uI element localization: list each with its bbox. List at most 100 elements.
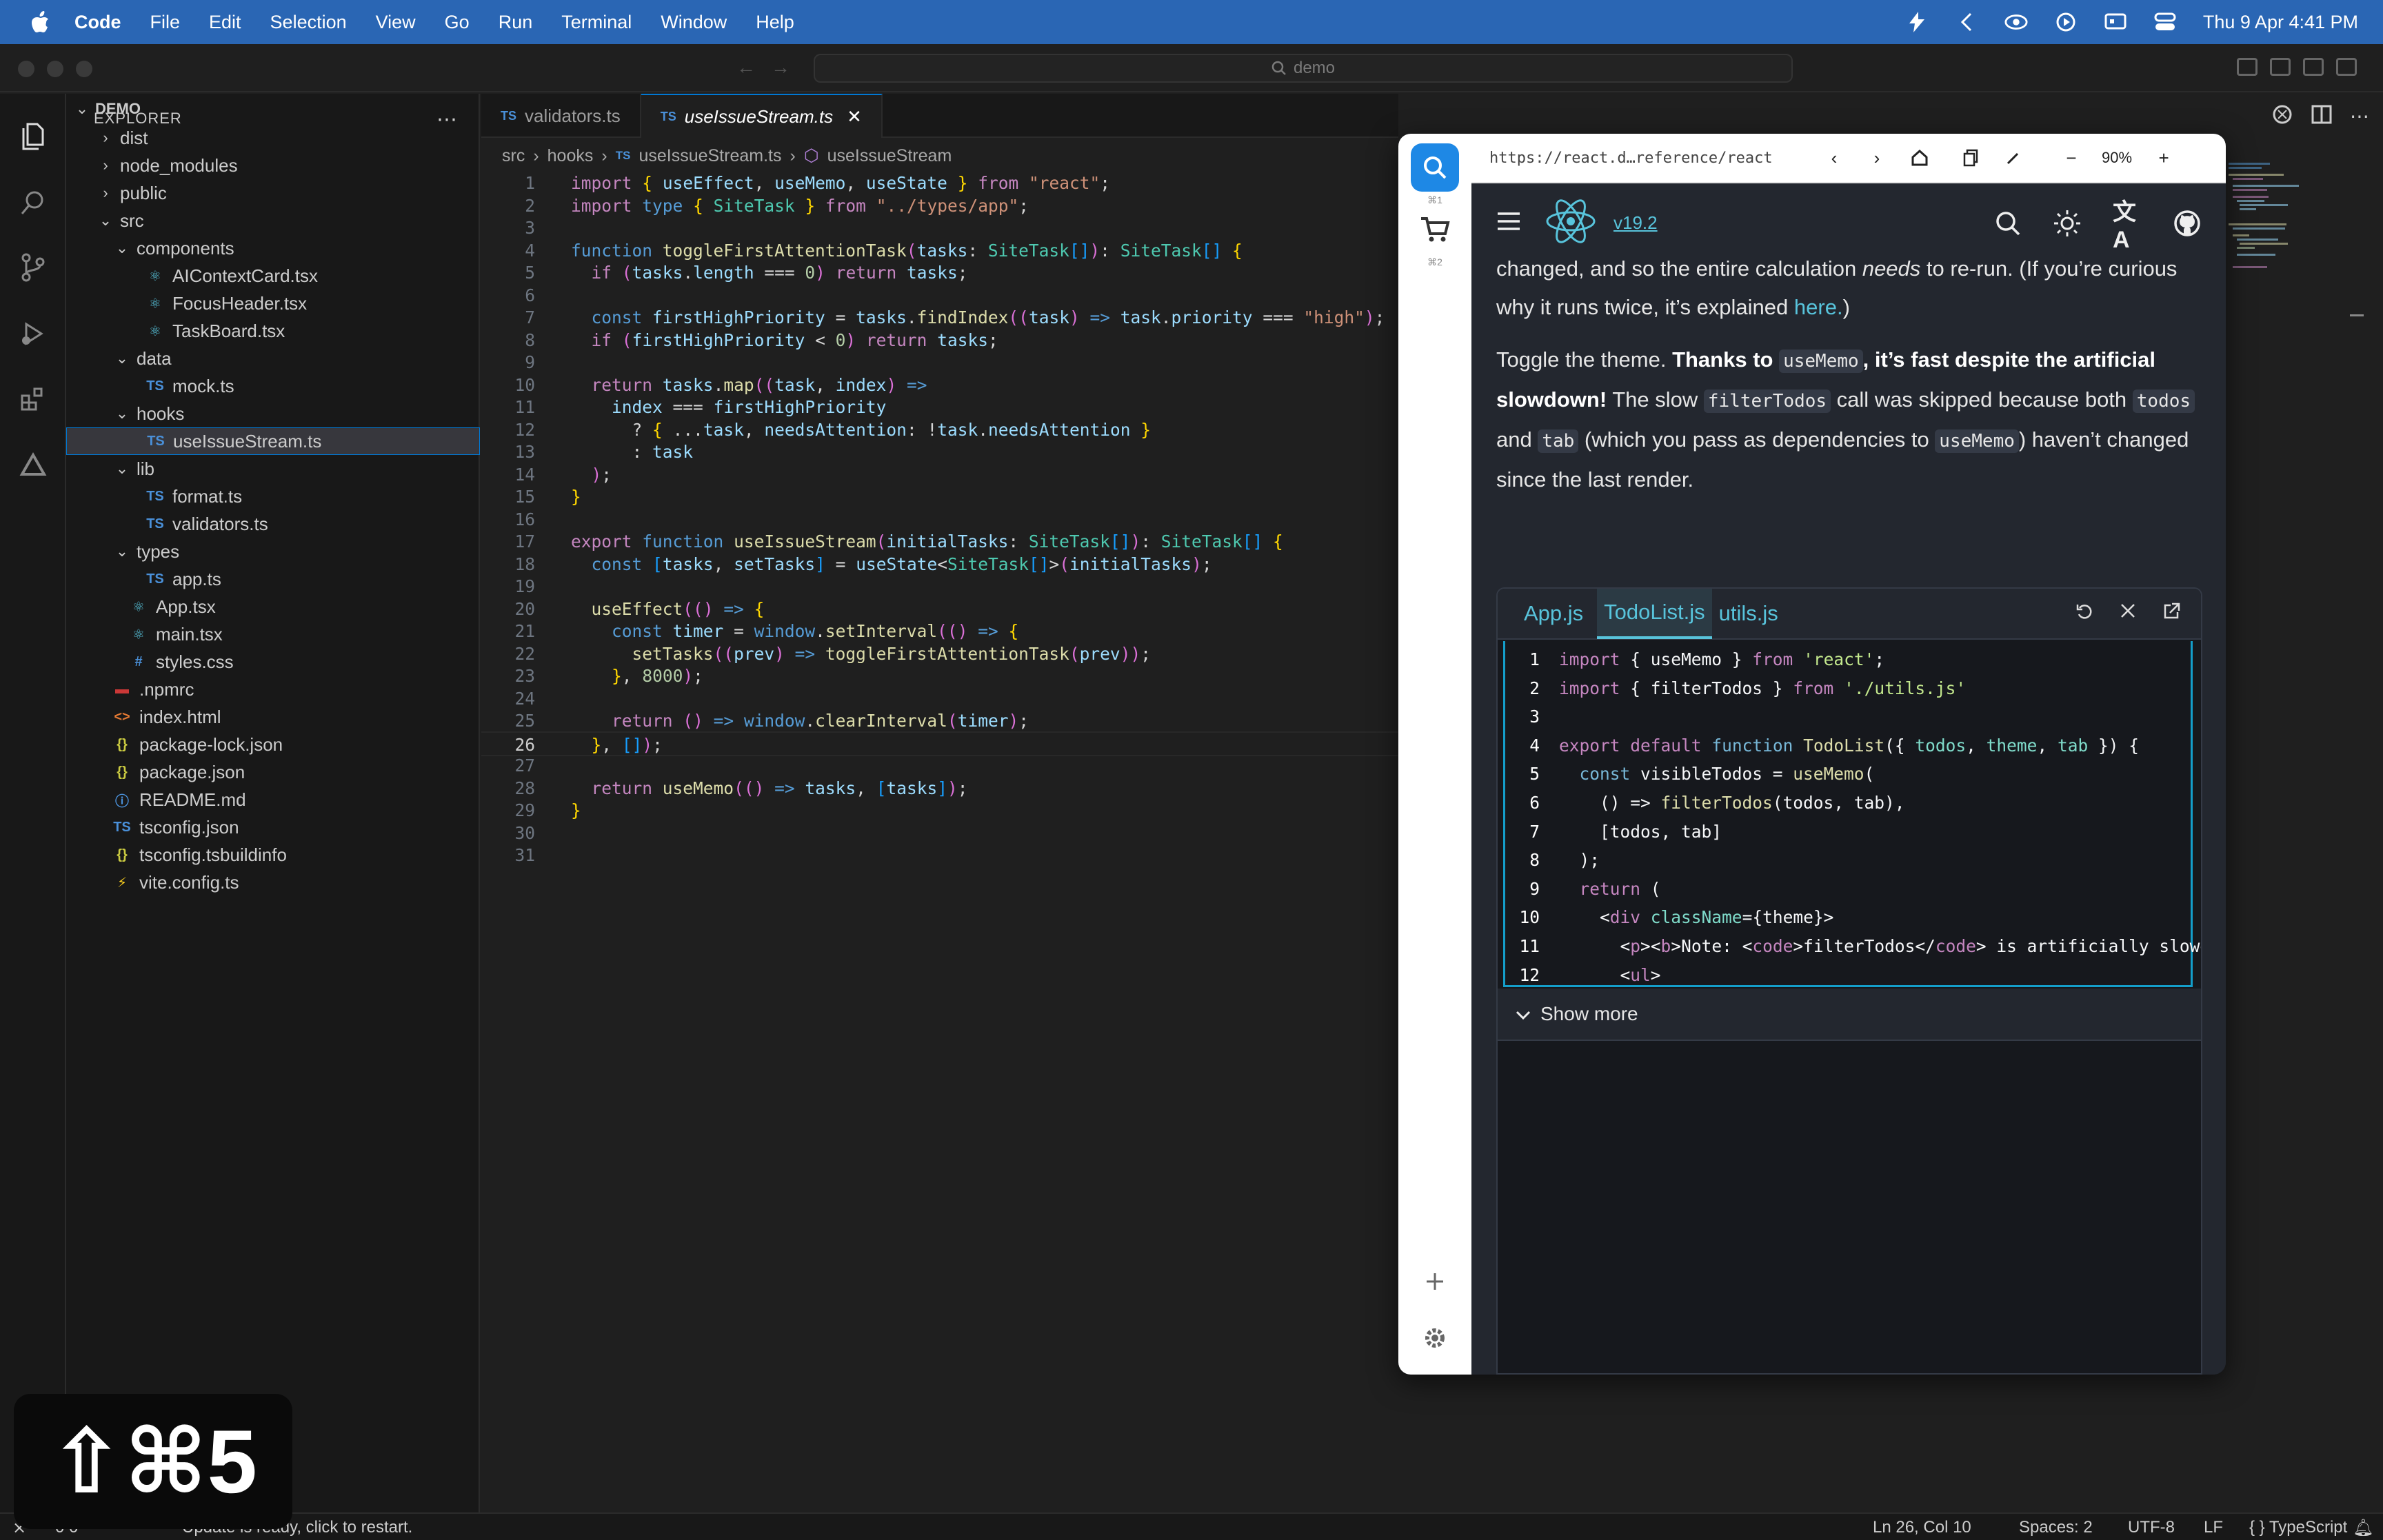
- zoom-window-button[interactable]: [76, 61, 92, 77]
- code-line[interactable]: 5 if (tasks.length === 0) return tasks;: [481, 261, 1398, 285]
- sandbox-code-line[interactable]: 9 return (: [1505, 875, 2195, 904]
- apple-icon[interactable]: [26, 8, 54, 36]
- theme-sun-icon[interactable]: [2052, 208, 2082, 239]
- menu-help[interactable]: Help: [756, 12, 794, 33]
- code-line[interactable]: 12 ? { ...task, needsAttention: !task.ne…: [481, 418, 1398, 443]
- tree-file[interactable]: TS app.ts: [66, 565, 480, 593]
- tree-file[interactable]: # styles.css: [66, 648, 480, 676]
- tree-folder[interactable]: ⌄ types: [66, 538, 480, 565]
- chevron-left-icon[interactable]: [1955, 10, 1978, 34]
- run-debug-icon[interactable]: [17, 317, 50, 350]
- url-bar[interactable]: https://react.d…reference/react: [1489, 150, 1807, 167]
- code-line[interactable]: 10 return tasks.map((task, index) =>: [481, 373, 1398, 398]
- translate-icon[interactable]: 文A: [2113, 199, 2143, 253]
- zoom-out-icon[interactable]: −: [2056, 143, 2087, 173]
- end-of-line[interactable]: LF: [2204, 1518, 2223, 1537]
- customize-layout-icon[interactable]: [2237, 58, 2258, 76]
- sandbox-code-line[interactable]: 6 () => filterTodos(todos, tab),: [1505, 789, 2195, 818]
- code-line[interactable]: 6: [481, 283, 1398, 308]
- tree-file[interactable]: TS validators.ts: [66, 510, 480, 538]
- open-external-icon[interactable]: [2162, 602, 2180, 624]
- menu-edit[interactable]: Edit: [209, 12, 241, 33]
- menubar-clock[interactable]: Thu 9 Apr 4:41 PM: [2203, 12, 2358, 33]
- sandbox-code-line[interactable]: 11 <p><b>Note: <code>filterTodos</code> …: [1505, 932, 2201, 961]
- control-center-icon[interactable]: [2153, 10, 2177, 34]
- more-actions-icon[interactable]: ⋯: [2350, 105, 2369, 128]
- tree-folder[interactable]: ⌄ hooks: [66, 400, 480, 427]
- code-line[interactable]: 16: [481, 507, 1398, 532]
- tree-folder[interactable]: ⌄ src: [66, 207, 480, 234]
- tree-file[interactable]: TS mock.ts: [66, 372, 480, 400]
- sandbox-code-line[interactable]: 2 import { filterTodos } from './utils.js…: [1505, 674, 2195, 703]
- sandbox-code-line[interactable]: 4 export default function TodoList({ todo…: [1505, 731, 2195, 760]
- code-line[interactable]: 18 const [tasks, setTasks] = useState<Si…: [481, 552, 1398, 577]
- close-window-button[interactable]: [18, 61, 34, 77]
- code-line[interactable]: 13 : task: [481, 440, 1398, 465]
- menu-run[interactable]: Run: [499, 12, 533, 33]
- tree-file[interactable]: ⚛ App.tsx: [66, 593, 480, 620]
- close-icon[interactable]: [2120, 602, 2136, 624]
- tab-use-issue-stream[interactable]: TS useIssueStream.ts ✕: [641, 94, 883, 138]
- code-line[interactable]: 29}: [481, 798, 1398, 823]
- search-icon[interactable]: [1411, 143, 1459, 192]
- here-link[interactable]: here.: [1794, 295, 1843, 319]
- close-tab-icon[interactable]: ✕: [847, 106, 862, 128]
- indentation[interactable]: Spaces: 2: [2019, 1518, 2093, 1537]
- hamburger-menu-icon[interactable]: [1496, 211, 1521, 235]
- show-more-button[interactable]: Show more: [1498, 989, 2201, 1041]
- sandbox-code-line[interactable]: 12 <ul>: [1505, 961, 2195, 990]
- toggle-panel-icon[interactable]: [2303, 58, 2324, 76]
- play-circle-icon[interactable]: [2054, 10, 2078, 34]
- eye-icon[interactable]: [2004, 10, 2028, 34]
- code-line[interactable]: 22 setTasks((prev) => toggleFirstAttenti…: [481, 642, 1398, 667]
- language-mode[interactable]: { } TypeScript: [2249, 1518, 2347, 1537]
- code-line[interactable]: 25 return () => window.clearInterval(tim…: [481, 709, 1398, 733]
- tree-file[interactable]: ⚛ AIContextCard.tsx: [66, 262, 480, 290]
- code-line[interactable]: 8 if (firstHighPriority < 0) return task…: [481, 328, 1398, 353]
- tree-folder[interactable]: ⌄ data: [66, 345, 480, 372]
- split-editor-icon[interactable]: [2311, 105, 2332, 128]
- toggle-primary-sidebar-icon[interactable]: [2270, 58, 2291, 76]
- sandbox-tab-todolist[interactable]: TodoList.js: [1597, 589, 1712, 639]
- back-icon[interactable]: ‹: [1819, 143, 1849, 173]
- code-line[interactable]: 30: [481, 821, 1398, 846]
- tree-file[interactable]: TS tsconfig.json: [66, 813, 480, 841]
- breadcrumb-hooks[interactable]: hooks: [547, 146, 594, 166]
- tree-folder[interactable]: › node_modules: [66, 152, 480, 179]
- code-line[interactable]: 1 import { useEffect, useMemo, useState }…: [481, 171, 1398, 196]
- tree-file[interactable]: TS format.ts: [66, 483, 480, 510]
- code-line[interactable]: 9: [481, 350, 1398, 375]
- explorer-root-folder[interactable]: ⌄ DEMO: [66, 94, 480, 124]
- code-line[interactable]: 15}: [481, 485, 1398, 509]
- minimize-window-button[interactable]: [47, 61, 63, 77]
- breadcrumb-file[interactable]: useIssueStream.ts: [639, 146, 781, 166]
- sandbox-code-line[interactable]: 10 <div className={theme}>: [1505, 903, 2195, 932]
- tree-folder[interactable]: ⌄ lib: [66, 455, 480, 483]
- menu-selection[interactable]: Selection: [270, 12, 347, 33]
- display-icon[interactable]: [2104, 10, 2127, 34]
- menu-terminal[interactable]: Terminal: [561, 12, 632, 33]
- sandbox-code-line[interactable]: 3: [1505, 702, 2195, 731]
- tree-file[interactable]: ⓘ README.md: [66, 786, 480, 813]
- copy-icon[interactable]: [1955, 143, 1986, 173]
- code-line[interactable]: 31: [481, 843, 1398, 868]
- code-line[interactable]: 17 export function useIssueStream(initial…: [481, 529, 1398, 554]
- add-icon[interactable]: [1411, 1257, 1459, 1306]
- tree-file[interactable]: ⚛ TaskBoard.tsx: [66, 317, 480, 345]
- tree-file[interactable]: {} tsconfig.tsbuildinfo: [66, 841, 480, 869]
- tree-file[interactable]: ⚛ main.tsx: [66, 620, 480, 648]
- react-logo-icon[interactable]: [1545, 198, 1597, 248]
- pen-icon[interactable]: [1998, 143, 2029, 173]
- sandbox-code-line[interactable]: 8 );: [1505, 846, 2195, 875]
- tab-validators[interactable]: TS validators.ts: [481, 94, 641, 138]
- explorer-files-icon[interactable]: [17, 120, 50, 153]
- code-line[interactable]: 26 }, []);: [481, 731, 1398, 756]
- cart-icon[interactable]: [1411, 205, 1459, 254]
- sandbox-code-line[interactable]: 1 import { useMemo } from 'react';: [1505, 645, 2195, 674]
- search-icon[interactable]: [1993, 208, 2023, 239]
- tree-file[interactable]: ▬ .npmrc: [66, 676, 480, 703]
- tree-folder[interactable]: ⌄ components: [66, 234, 480, 262]
- sandbox-code-line[interactable]: 7 [todos, tab]: [1505, 818, 2195, 847]
- code-line[interactable]: 23 }, 8000);: [481, 664, 1398, 689]
- tree-file[interactable]: ⚡ vite.config.ts: [66, 869, 480, 896]
